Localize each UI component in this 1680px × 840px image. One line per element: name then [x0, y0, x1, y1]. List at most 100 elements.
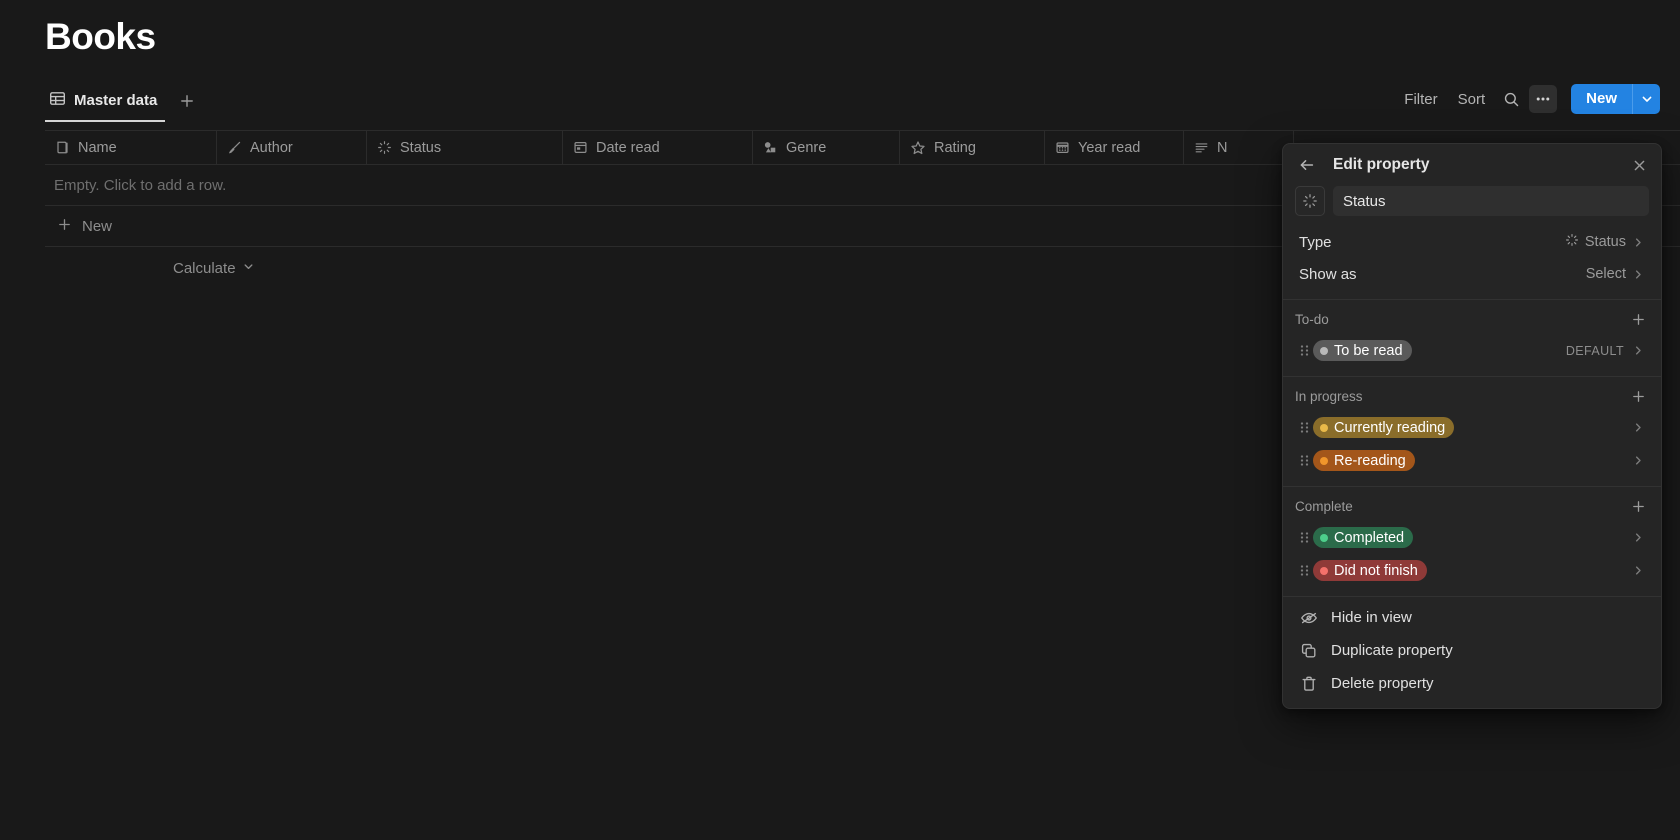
chevron-right-icon[interactable]	[1632, 421, 1645, 434]
group-header-in-progress: In progress	[1283, 381, 1661, 411]
option-label: Did not finish	[1334, 562, 1418, 579]
chevron-right-icon	[1632, 236, 1645, 249]
column-label: Date read	[596, 139, 660, 156]
group-title: In progress	[1295, 388, 1363, 404]
column-header-name[interactable]: Name	[45, 131, 217, 164]
panel-header: Edit property	[1283, 144, 1661, 186]
status-icon	[1565, 233, 1579, 251]
tab-master-data[interactable]: Master data	[45, 86, 166, 122]
column-label: Status	[400, 139, 442, 156]
drag-handle-icon[interactable]	[1295, 530, 1313, 545]
search-icon[interactable]	[1497, 85, 1525, 113]
show-as-row[interactable]: Show as Select	[1287, 258, 1657, 290]
property-name-row	[1283, 186, 1661, 226]
option-color-dot	[1320, 423, 1328, 432]
option-re-reading[interactable]: Re-reading	[1287, 444, 1657, 477]
panel-title: Edit property	[1333, 156, 1430, 173]
delete-property-button[interactable]: Delete property	[1287, 667, 1657, 700]
add-option-icon[interactable]	[1627, 308, 1649, 330]
drag-handle-icon[interactable]	[1295, 453, 1313, 468]
option-color-dot	[1320, 566, 1328, 575]
divider	[1283, 376, 1661, 377]
option-pill: Re-reading	[1313, 450, 1415, 471]
column-header-genre[interactable]: Genre	[753, 131, 900, 164]
close-icon[interactable]	[1627, 153, 1651, 177]
property-type-row[interactable]: Type Status	[1287, 226, 1657, 258]
chevron-right-icon[interactable]	[1632, 454, 1645, 467]
plus-icon	[57, 217, 72, 236]
view-tab-bar: Master data	[45, 86, 199, 122]
column-header-year-read[interactable]: Year read	[1045, 131, 1184, 164]
tab-active-underline	[45, 120, 166, 122]
column-header-rating[interactable]: Rating	[900, 131, 1045, 164]
pen-icon	[227, 140, 242, 155]
calendar-icon	[1055, 140, 1070, 155]
show-as-label: Show as	[1299, 265, 1357, 283]
option-currently-reading[interactable]: Currently reading	[1287, 411, 1657, 444]
divider	[1283, 299, 1661, 300]
property-type-label: Type	[1299, 233, 1332, 251]
column-label: N	[1217, 139, 1228, 156]
calculate-label: Calculate	[173, 259, 236, 277]
status-icon[interactable]	[1295, 186, 1325, 216]
sort-button[interactable]: Sort	[1450, 86, 1494, 113]
property-type-value: Status	[1565, 233, 1645, 251]
group-header-complete: Complete	[1283, 491, 1661, 521]
drag-handle-icon[interactable]	[1295, 343, 1313, 358]
add-new-row-label: New	[82, 217, 113, 235]
table-icon	[49, 90, 66, 111]
column-label: Author	[250, 139, 293, 156]
edit-property-panel: Edit property Status Type Status Show as…	[1282, 143, 1662, 709]
option-completed[interactable]: Completed	[1287, 521, 1657, 554]
page-title: Books	[45, 16, 156, 57]
add-option-icon[interactable]	[1627, 495, 1649, 517]
chevron-right-icon[interactable]	[1632, 531, 1645, 544]
option-label: To be read	[1334, 342, 1403, 359]
eye-off-icon	[1299, 609, 1319, 627]
option-color-dot	[1320, 533, 1328, 542]
property-type-text: Status	[1584, 234, 1626, 250]
option-color-dot	[1320, 456, 1328, 465]
option-label: Completed	[1334, 529, 1405, 546]
tab-label: Master data	[74, 92, 158, 109]
hide-in-view-button[interactable]: Hide in view	[1287, 601, 1657, 634]
filter-button[interactable]: Filter	[1396, 86, 1445, 113]
default-badge: DEFAULT	[1565, 343, 1624, 358]
column-header-date-read[interactable]: Date read	[563, 131, 753, 164]
duplicate-property-button[interactable]: Duplicate property	[1287, 634, 1657, 667]
option-did-not-finish[interactable]: Did not finish	[1287, 554, 1657, 587]
drag-handle-icon[interactable]	[1295, 420, 1313, 435]
column-header-notes[interactable]: N	[1184, 131, 1294, 164]
chevron-right-icon[interactable]	[1632, 564, 1645, 577]
database-toolbar: Filter Sort New	[1396, 84, 1660, 114]
trash-icon	[1299, 675, 1319, 693]
group-header-todo: To-do	[1283, 304, 1661, 334]
new-button[interactable]: New	[1571, 84, 1632, 114]
chevron-down-icon	[242, 260, 255, 277]
notion-database-page: Books Master data Filter Sort New Name A…	[0, 0, 1680, 840]
option-pill: Completed	[1313, 527, 1414, 548]
more-options-icon[interactable]	[1529, 85, 1558, 113]
drag-handle-icon[interactable]	[1295, 563, 1313, 578]
column-label: Rating	[934, 139, 976, 156]
option-pill: Currently reading	[1313, 417, 1455, 438]
column-header-status[interactable]: Status	[367, 131, 563, 164]
new-button-group: New	[1571, 84, 1660, 114]
option-pill: To be read	[1313, 340, 1412, 361]
add-view-button[interactable]	[175, 89, 199, 113]
new-dropdown-caret[interactable]	[1632, 84, 1660, 114]
column-label: Genre	[786, 139, 827, 156]
chevron-right-icon	[1632, 268, 1645, 281]
group-title: Complete	[1295, 498, 1353, 514]
back-arrow-icon[interactable]	[1295, 153, 1319, 177]
divider	[1283, 486, 1661, 487]
divider	[1283, 596, 1661, 597]
add-option-icon[interactable]	[1627, 385, 1649, 407]
property-name-input[interactable]	[1333, 186, 1649, 216]
show-as-text: Select	[1585, 266, 1626, 282]
option-to-be-read[interactable]: To be read DEFAULT	[1287, 334, 1657, 367]
action-label: Hide in view	[1331, 609, 1412, 626]
column-header-author[interactable]: Author	[217, 131, 367, 164]
chevron-right-icon[interactable]	[1632, 344, 1645, 357]
star-icon	[910, 140, 926, 156]
